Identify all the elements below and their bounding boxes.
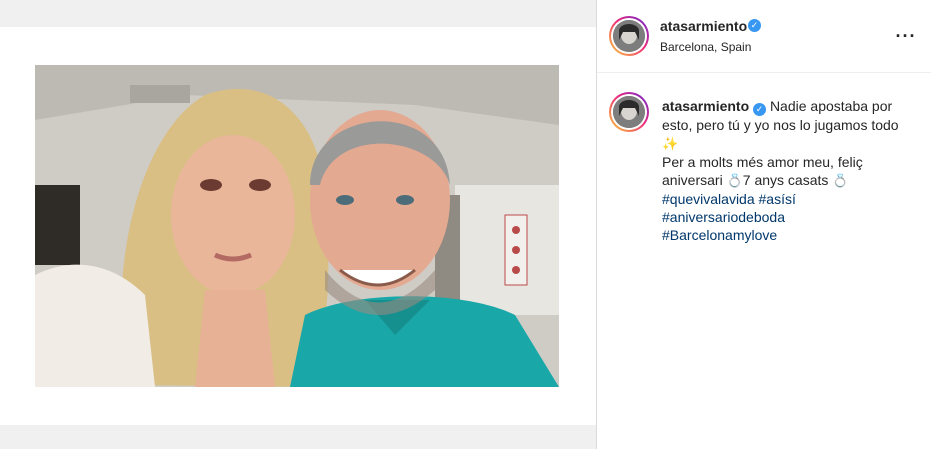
couple-selfie-image (35, 65, 559, 387)
sparkle-emoji: ✨ (662, 136, 679, 151)
header-username-link[interactable]: atasarmiento (660, 18, 747, 34)
hashtag-link[interactable]: #quevivalavida #asísí (662, 190, 917, 208)
more-options-icon[interactable]: ··· (894, 26, 918, 46)
post-photo[interactable] (35, 65, 559, 387)
media-top-strip (0, 0, 597, 27)
verified-badge-icon: ✓ (753, 103, 767, 116)
media-bottom-strip (0, 425, 597, 449)
ring-emoji: 💍 (726, 173, 743, 188)
caption-avatar[interactable] (609, 92, 649, 132)
ring-emoji: 💍 (832, 173, 849, 188)
verified-badge-icon: ✓ (748, 19, 761, 32)
post-media-pane (0, 0, 597, 449)
hashtag-link[interactable]: #aniversariodeboda (662, 208, 917, 226)
post-side-panel: atasarmiento ✓ Barcelona, Spain ··· atas… (597, 0, 931, 449)
post-header: atasarmiento ✓ Barcelona, Spain ··· (597, 0, 931, 73)
avatar-image (613, 96, 645, 128)
header-avatar[interactable] (609, 16, 649, 56)
location-link[interactable]: Barcelona, Spain (660, 40, 751, 54)
post-caption: atasarmiento ✓ Nadie apostaba por esto, … (662, 97, 917, 244)
caption-text-line2b: 7 anys casats (742, 172, 833, 188)
caption-username-link[interactable]: atasarmiento (662, 98, 749, 114)
hashtag-link[interactable]: #Barcelonamylove (662, 226, 917, 244)
avatar-image (613, 20, 645, 52)
